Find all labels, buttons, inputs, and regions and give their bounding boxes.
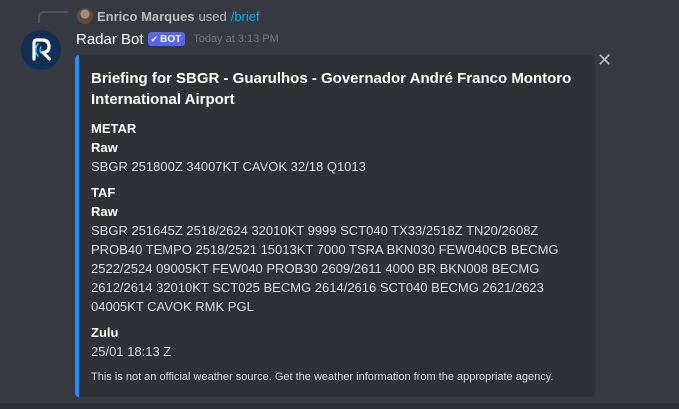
taf-raw-line: 2612/2614 32010KT SCT025 BECMG 2614/2616… bbox=[91, 280, 544, 295]
taf-raw-label: Raw bbox=[91, 204, 118, 219]
reply-connector bbox=[38, 11, 68, 23]
message-timestamp[interactable]: Today at 3:13 PM bbox=[193, 33, 279, 45]
reply-used-text: used bbox=[198, 8, 227, 24]
slash-command-link[interactable]: /brief bbox=[231, 9, 260, 24]
zulu-value: 25/01 18:13 Z bbox=[91, 344, 172, 359]
bot-username[interactable]: Radar Bot bbox=[76, 31, 144, 48]
bot-avatar[interactable] bbox=[21, 30, 61, 70]
taf-raw-line: SBGR 251645Z 2518/2624 32010KT 9999 SCT0… bbox=[91, 223, 539, 238]
checkmark-icon: ✔ bbox=[150, 33, 159, 44]
bot-badge: ✔ BOT bbox=[147, 32, 186, 46]
reply-user-avatar[interactable] bbox=[77, 8, 93, 24]
briefing-embed: Briefing for SBGR - Guarulhos - Governad… bbox=[75, 55, 595, 397]
message-header: Radar Bot ✔ BOT Today at 3:13 PM bbox=[76, 29, 279, 49]
taf-raw-line: 2522/2524 09005KT FEW040 PROB30 2609/261… bbox=[91, 261, 540, 276]
taf-raw-line: PROB40 TEMPO 2518/2521 15013KT 7000 TSRA… bbox=[91, 242, 559, 257]
taf-raw-line: 04005KT CAVOK RMK PGL bbox=[91, 299, 254, 314]
bot-badge-label: BOT bbox=[160, 33, 182, 45]
embed-footer: This is not an official weather source. … bbox=[91, 371, 554, 383]
taf-heading: TAF bbox=[91, 185, 116, 200]
reply-context[interactable]: Enrico Marques used /brief bbox=[77, 7, 260, 25]
metar-raw-label: Raw bbox=[91, 140, 118, 155]
zulu-label: Zulu bbox=[91, 325, 119, 340]
metar-raw-value: SBGR 251800Z 34007KT CAVOK 32/18 Q1013 bbox=[91, 159, 366, 174]
metar-heading: METAR bbox=[91, 121, 137, 136]
embed-title: Briefing for SBGR - Guarulhos - Governad… bbox=[91, 70, 572, 108]
reply-username[interactable]: Enrico Marques bbox=[97, 9, 195, 24]
close-icon[interactable]: ✕ bbox=[597, 51, 612, 69]
bottom-divider bbox=[0, 403, 679, 409]
radar-logo-icon bbox=[21, 30, 61, 70]
